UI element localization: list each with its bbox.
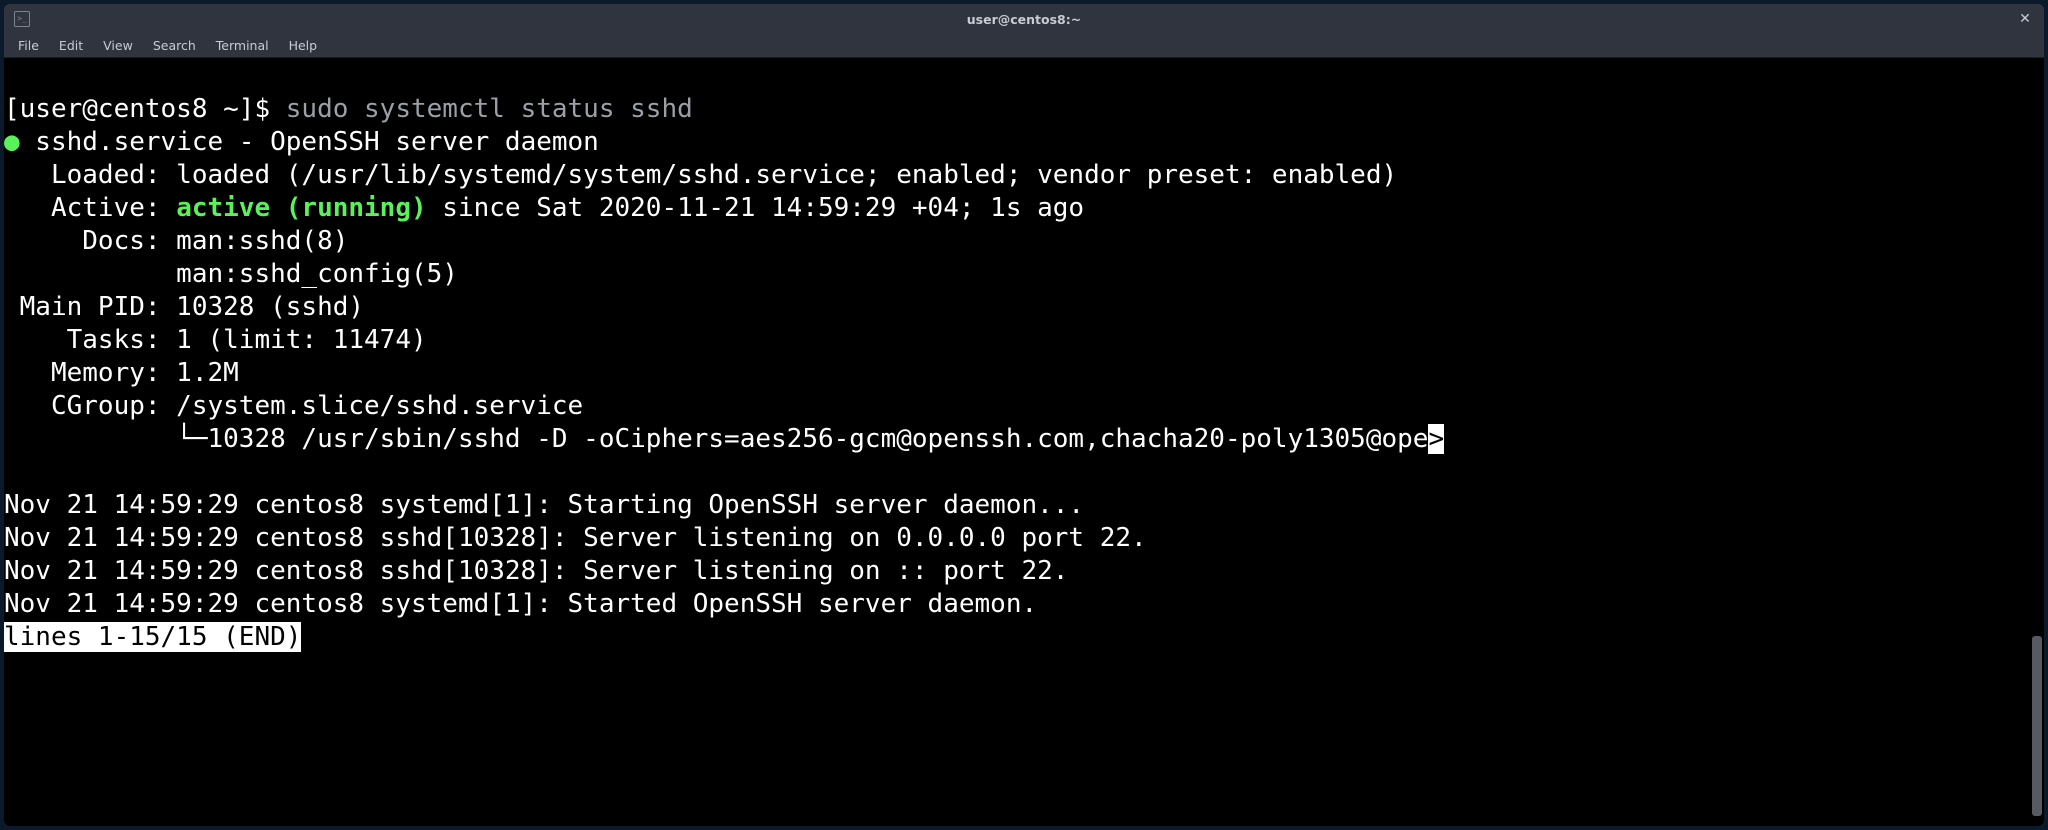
main-pid-line: Main PID: 10328 (sshd) xyxy=(4,292,364,322)
window-title: user@centos8:~ xyxy=(967,12,1081,27)
cgroup-child-line: └─10328 /usr/sbin/sshd -D -oCiphers=aes2… xyxy=(4,424,1428,454)
docs-line-1: Docs: man:sshd(8) xyxy=(4,226,348,256)
menu-file[interactable]: File xyxy=(10,36,47,55)
service-name-line: sshd.service - OpenSSH server daemon xyxy=(20,127,599,157)
log-line: Nov 21 14:59:29 centos8 systemd[1]: Star… xyxy=(4,490,1084,520)
log-line: Nov 21 14:59:29 centos8 sshd[10328]: Ser… xyxy=(4,523,1147,553)
menu-help[interactable]: Help xyxy=(281,36,326,55)
menu-view[interactable]: View xyxy=(95,36,141,55)
shell-prompt: [user@centos8 ~]$ xyxy=(4,94,286,124)
status-dot-icon: ● xyxy=(4,127,20,157)
log-line: Nov 21 14:59:29 centos8 sshd[10328]: Ser… xyxy=(4,556,1068,586)
pager-status: lines 1-15/15 (END) xyxy=(4,622,301,652)
window-titlebar: user@centos8:~ ✕ xyxy=(4,4,2044,34)
active-running: active (running) xyxy=(176,193,426,223)
terminal-window: user@centos8:~ ✕ File Edit View Search T… xyxy=(4,4,2044,826)
scrollbar-thumb[interactable] xyxy=(2032,636,2042,816)
active-rest: since Sat 2020-11-21 14:59:29 +04; 1s ag… xyxy=(427,193,1084,223)
menu-bar: File Edit View Search Terminal Help xyxy=(4,34,2044,58)
truncate-mark: > xyxy=(1428,424,1444,454)
cgroup-line: CGroup: /system.slice/sshd.service xyxy=(4,391,583,421)
close-icon[interactable]: ✕ xyxy=(2014,9,2036,29)
menu-terminal[interactable]: Terminal xyxy=(208,36,277,55)
command-text: sudo systemctl status sshd xyxy=(286,94,693,124)
active-label: Active: xyxy=(4,193,176,223)
docs-line-2: man:sshd_config(5) xyxy=(4,259,458,289)
terminal-output[interactable]: [user@centos8 ~]$ sudo systemctl status … xyxy=(4,58,2044,826)
memory-line: Memory: 1.2M xyxy=(4,358,239,388)
tasks-line: Tasks: 1 (limit: 11474) xyxy=(4,325,427,355)
menu-search[interactable]: Search xyxy=(145,36,204,55)
menu-edit[interactable]: Edit xyxy=(51,36,91,55)
log-line: Nov 21 14:59:29 centos8 systemd[1]: Star… xyxy=(4,589,1037,619)
terminal-icon xyxy=(14,11,30,27)
loaded-line: Loaded: loaded (/usr/lib/systemd/system/… xyxy=(4,160,1397,190)
